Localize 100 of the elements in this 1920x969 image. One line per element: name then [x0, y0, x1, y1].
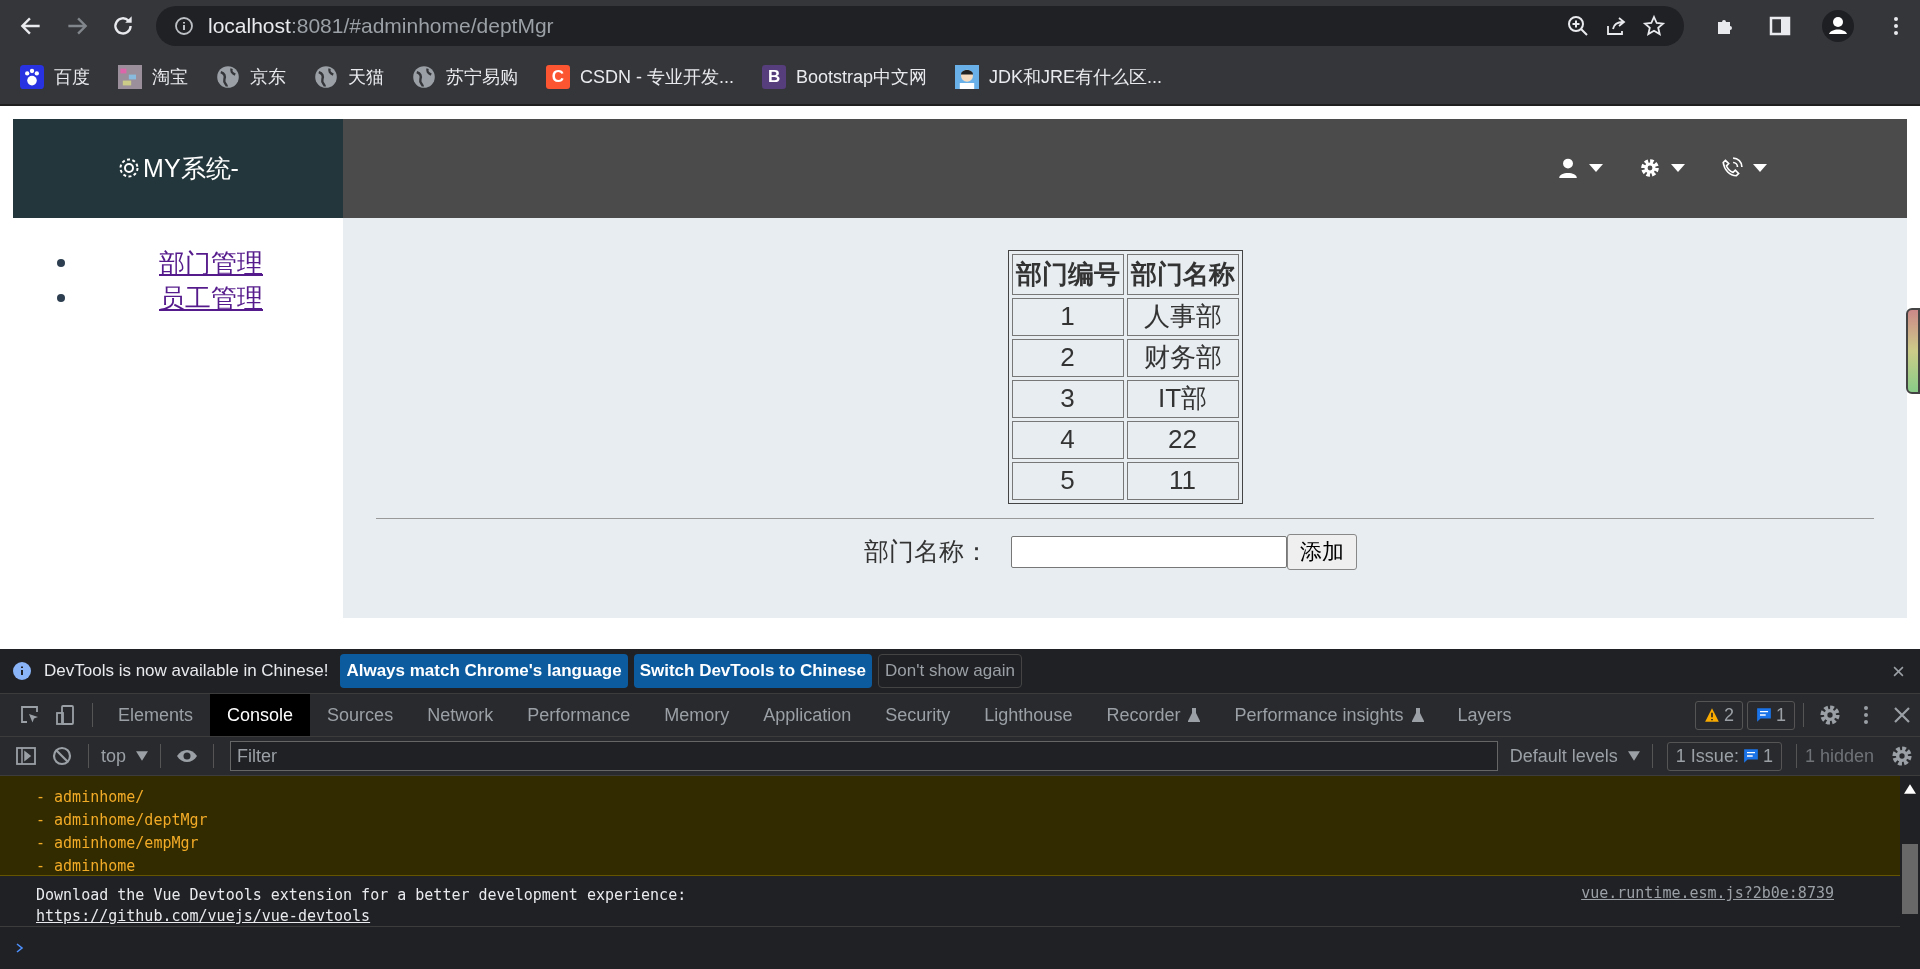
table-cell: 22: [1126, 420, 1239, 459]
table-cell: 1: [1011, 297, 1124, 336]
scroll-up-icon[interactable]: [1904, 784, 1916, 794]
zoom-in-icon[interactable]: [1566, 14, 1590, 38]
table-cell: IT部: [1126, 379, 1239, 418]
context-dropdown[interactable]: top: [97, 745, 153, 767]
devtools-tab[interactable]: Security: [868, 694, 968, 736]
caret-icon: [1753, 164, 1767, 173]
table-cell: 5: [1011, 461, 1124, 500]
devtools-tab[interactable]: Layers: [1440, 694, 1529, 736]
gear-icon: [1639, 157, 1661, 180]
side-panel-icon[interactable]: [1768, 14, 1792, 38]
sidebar-toggle-icon[interactable]: [14, 744, 38, 768]
info-counter[interactable]: 1: [1747, 700, 1795, 730]
header-menu[interactable]: [1721, 157, 1767, 180]
caret-icon: [136, 751, 149, 761]
hidden-count: 1 hidden: [1804, 745, 1874, 767]
settings-icon[interactable]: [1818, 703, 1842, 727]
caret-icon: [1671, 164, 1685, 173]
warning-counter[interactable]: 2: [1694, 700, 1743, 730]
devtools-tab[interactable]: Application: [746, 694, 869, 736]
user-icon: [1557, 157, 1579, 180]
info-icon: [12, 661, 32, 681]
side-widget-handle[interactable]: [1906, 307, 1920, 394]
table-cell: 财务部: [1126, 338, 1239, 377]
notice-button[interactable]: Always match Chrome's language: [340, 654, 628, 688]
column-header: 部门编号: [1011, 253, 1124, 295]
levels-dropdown[interactable]: Default levels: [1505, 745, 1644, 767]
paw-icon: [20, 65, 44, 89]
devtools-tab[interactable]: Console: [210, 694, 311, 736]
devtools-tab[interactable]: Memory: [647, 694, 747, 736]
bookmark-item[interactable]: 淘宝: [118, 65, 188, 89]
bookmark-item[interactable]: B Bootstrap中文网: [762, 65, 928, 89]
close-icon[interactable]: [1893, 665, 1904, 677]
message-line: - adminhome/deptMgr: [36, 810, 209, 831]
share-icon[interactable]: [1604, 14, 1628, 38]
filter-input[interactable]: Filter: [230, 741, 1498, 771]
message-icon: [1742, 748, 1759, 764]
bullet-icon: [57, 259, 65, 268]
header-menu[interactable]: [1639, 157, 1685, 180]
address-bar[interactable]: localhost:8081/#adminhome/deptMgr: [156, 6, 1684, 46]
header-menu[interactable]: [1557, 157, 1603, 180]
devtools-tab[interactable]: Performance: [510, 694, 648, 736]
scroll-thumb[interactable]: [1902, 844, 1918, 914]
caret-icon: [1627, 751, 1640, 761]
sidebar-link[interactable]: 部门管理: [159, 245, 263, 281]
table-cell: 3: [1011, 379, 1124, 418]
bookmark-label: 天猫: [348, 66, 384, 89]
globe-icon: [314, 65, 338, 89]
settings-icon[interactable]: [1890, 744, 1914, 768]
devtools-tab[interactable]: Sources: [310, 694, 411, 736]
add-button[interactable]: 添加: [1286, 533, 1357, 570]
phone-icon: [1721, 157, 1743, 180]
info-icon[interactable]: [174, 16, 194, 36]
bookmark-item[interactable]: 京东: [216, 65, 286, 89]
letter-icon: C: [546, 65, 570, 89]
devtools-tab[interactable]: Performance insights: [1217, 694, 1441, 736]
message-line: - adminhome: [36, 856, 137, 877]
bookmark-item[interactable]: 百度: [20, 65, 90, 89]
message-line: Download the Vue Devtools extension for a better development experience:: [36, 885, 687, 906]
bookmark-label: CSDN - 专业开发...: [580, 66, 734, 89]
devtools-tab[interactable]: Network: [410, 694, 511, 736]
message-link[interactable]: https://github.com/vuejs/vue-devtools: [36, 907, 371, 925]
bookmark-label: JDK和JRE有什么区...: [989, 66, 1163, 89]
clear-console-icon[interactable]: [50, 744, 74, 768]
app-title: MY系统-: [143, 152, 239, 184]
column-header: 部门名称: [1126, 253, 1239, 295]
globe-icon: [412, 65, 436, 89]
letter-icon: B: [762, 65, 786, 89]
message-line: - adminhome/empMgr: [36, 833, 200, 854]
department-name-input[interactable]: [1010, 535, 1287, 568]
bookmark-item[interactable]: JDK和JRE有什么区...: [955, 65, 1163, 89]
table-cell: 2: [1011, 338, 1124, 377]
devtools-tab[interactable]: Lighthouse: [967, 694, 1090, 736]
prompt-icon[interactable]: [14, 943, 26, 953]
bookmark-label: 淘宝: [152, 66, 188, 89]
profile-icon[interactable]: [1822, 10, 1854, 42]
issues-button[interactable]: 1 Issue: 1: [1666, 741, 1782, 771]
globe-icon: [216, 65, 240, 89]
bookmark-item[interactable]: C CSDN - 专业开发...: [546, 65, 734, 89]
bookmark-item[interactable]: 苏宁易购: [412, 65, 518, 89]
mosaic-icon: [118, 65, 142, 89]
notice-button[interactable]: Switch DevTools to Chinese: [633, 654, 872, 688]
cartoon-avatar-icon: [955, 65, 980, 89]
table-cell: 4: [1011, 420, 1124, 459]
source-link[interactable]: vue.runtime.esm.js?2b0e:8739: [1581, 884, 1834, 907]
url-text: localhost:8081/#adminhome/deptMgr: [208, 14, 554, 38]
bookmark-label: 百度: [54, 66, 90, 89]
star-icon[interactable]: [1642, 14, 1666, 38]
bookmark-item[interactable]: 天猫: [314, 65, 384, 89]
flask-icon: [1411, 708, 1424, 722]
bookmark-label: 苏宁易购: [446, 66, 518, 89]
sidebar-link[interactable]: 员工管理: [159, 280, 263, 316]
message-icon: [1756, 707, 1772, 723]
field-label: 部门名称：: [863, 536, 989, 568]
devtools-tab[interactable]: Elements: [101, 694, 211, 736]
devtools-tab[interactable]: Recorder: [1089, 694, 1218, 736]
notice-button[interactable]: Don't show again: [878, 654, 1022, 688]
message-line: - adminhome/: [36, 787, 146, 808]
notice-text: DevTools is now available in Chinese!: [44, 661, 329, 681]
